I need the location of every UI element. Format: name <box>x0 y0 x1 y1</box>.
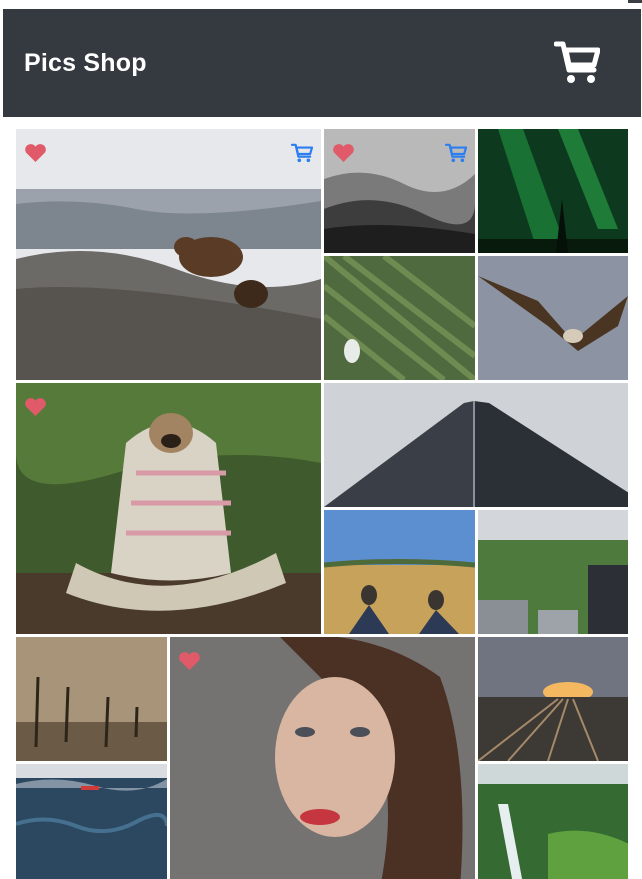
photo-city-park <box>478 510 628 634</box>
heart-icon[interactable] <box>332 143 355 163</box>
photo-woman-portrait <box>170 637 475 879</box>
photo-waterfall <box>478 764 628 879</box>
photo-pug-blanket <box>16 383 321 634</box>
photo-tile[interactable] <box>16 764 167 879</box>
photo-bear-cubs <box>16 129 321 380</box>
scroll-marker <box>628 0 642 3</box>
photo-tile[interactable] <box>324 129 475 253</box>
photo-field-shoes <box>324 510 475 634</box>
photo-tile[interactable] <box>478 129 628 253</box>
photo-railway-sunset <box>478 637 628 761</box>
photo-tile[interactable] <box>170 637 475 879</box>
photo-skyscraper <box>324 383 628 507</box>
add-to-cart-icon[interactable] <box>445 143 467 163</box>
photo-tile[interactable] <box>16 129 321 380</box>
photo-tile[interactable] <box>478 256 628 380</box>
photo-dead-trees <box>16 637 167 761</box>
photo-grid <box>16 129 628 879</box>
photo-aurora <box>478 129 628 253</box>
add-to-cart-icon[interactable] <box>291 143 313 163</box>
photo-tile[interactable] <box>478 764 628 879</box>
top-strip <box>0 0 642 9</box>
photo-tile[interactable] <box>478 637 628 761</box>
photo-tile[interactable] <box>16 637 167 761</box>
photo-eagle <box>478 256 628 380</box>
photo-tile[interactable] <box>324 256 475 380</box>
app-title: Pics Shop <box>24 49 147 77</box>
heart-icon[interactable] <box>24 143 47 163</box>
photo-tile[interactable] <box>16 383 321 634</box>
photo-tile[interactable] <box>324 383 628 507</box>
photo-grass-bird <box>324 256 475 380</box>
heart-icon[interactable] <box>24 397 47 417</box>
photo-tile[interactable] <box>324 510 475 634</box>
cart-icon[interactable] <box>554 40 600 86</box>
photo-sea-boat <box>16 764 167 879</box>
navbar: Pics Shop <box>3 9 641 117</box>
photo-tile[interactable] <box>478 510 628 634</box>
heart-icon[interactable] <box>178 651 201 671</box>
